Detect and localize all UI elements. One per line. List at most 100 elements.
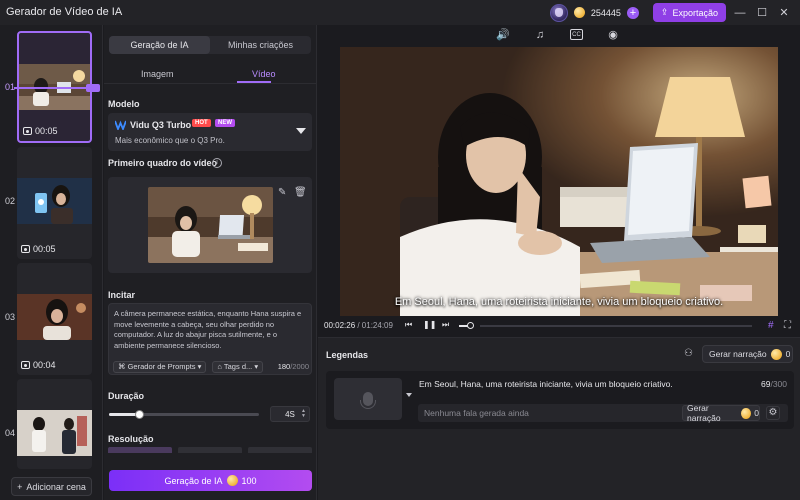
tags-button[interactable]: ⌂ Tags d... ▾	[212, 360, 264, 373]
tag-icon: ⌂	[217, 361, 222, 371]
scene-number: 04	[5, 428, 16, 438]
duration-slider-handle[interactable]	[135, 410, 144, 419]
image-icon	[21, 245, 30, 253]
no-speech-text: Nenhuma fala gerada ainda	[424, 408, 529, 418]
prompt-text[interactable]: A câmera permanece estática, enquanto Ha…	[114, 309, 308, 351]
minimize-icon[interactable]: —	[732, 5, 748, 21]
voice-thumbnail[interactable]	[334, 378, 402, 420]
caption-generate-narration-button[interactable]: Gerar narração 0	[682, 403, 760, 423]
video-preview-area: 🔊 ♫ CC ◉ Em Seoul, Hana, uma roteirista …	[318, 25, 800, 335]
stepper-icon[interactable]: ▲ ▼	[301, 409, 306, 419]
video-frame	[340, 47, 778, 316]
first-frame-box[interactable]: ✎ 🗑	[108, 177, 312, 273]
export-button[interactable]: ⇪ Exportação	[652, 3, 726, 22]
app-title: Gerador de Vídeo de IA	[6, 6, 123, 18]
info-icon[interactable]: i	[212, 158, 222, 168]
new-badge: NEW	[215, 119, 235, 127]
tab-ai-generation[interactable]: Geração de IA	[109, 36, 210, 54]
scene-duration: 00:05	[21, 244, 56, 254]
media-tabs: Imagem Vídeo	[104, 69, 317, 83]
model-description: Mais econômico que o Q3 Pro.	[115, 136, 225, 145]
vidu-logo-icon	[115, 120, 126, 130]
maximize-icon[interactable]: ☐	[754, 5, 770, 21]
trash-icon[interactable]: 🗑	[294, 187, 307, 198]
tab-my-creations[interactable]: Minhas criações	[210, 36, 311, 54]
avatar-icon[interactable]: ◉	[606, 28, 620, 42]
first-frame-label: Primeiro quadro do vídeo	[108, 158, 218, 168]
image-icon	[23, 127, 32, 135]
chevron-down-icon	[296, 128, 306, 134]
narration-row: Nenhuma fala gerada ainda Gerar narração…	[418, 403, 788, 423]
pause-icon[interactable]: ❚❚	[423, 320, 436, 329]
captions-panel: Legendas ⚇ Gerar narração 0 Em Seoul, Ha…	[318, 337, 800, 500]
scene-number: 02	[5, 196, 16, 206]
progress-bar[interactable]	[480, 325, 752, 327]
coin-icon	[741, 407, 752, 419]
coin-icon	[573, 7, 585, 18]
generate-narration-button[interactable]: Gerar narração 0	[702, 345, 793, 363]
prompt-label: Incitar	[108, 290, 136, 300]
plus-icon: +	[17, 481, 23, 492]
coin-balance: 254445	[590, 7, 621, 18]
caption-text[interactable]: Em Seoul, Hana, uma roteirista iniciante…	[419, 379, 673, 389]
microphone-icon	[360, 392, 376, 409]
caret-down-icon[interactable]	[406, 393, 412, 397]
scene-duration: 00:05	[23, 126, 58, 136]
add-coins-button[interactable]: +	[626, 6, 639, 19]
playhead-handle[interactable]	[86, 84, 100, 92]
resolution-option[interactable]	[248, 447, 312, 453]
voice-icon[interactable]: 🔊	[496, 28, 510, 42]
tab-image[interactable]: Imagem	[104, 69, 211, 83]
hot-badge: HOT	[192, 119, 211, 127]
caret-down-icon: ▾	[197, 361, 202, 371]
caption-char-counter: 69/300	[760, 379, 787, 389]
prompt-input[interactable]: A câmera permanece estática, enquanto Ha…	[108, 303, 312, 375]
export-label: Exportação	[672, 7, 718, 18]
gear-icon[interactable]: ⚙	[766, 406, 780, 420]
voice-settings-icon[interactable]: ⚇	[684, 348, 693, 359]
edit-icon[interactable]: ✎	[278, 187, 288, 198]
coin-icon	[226, 475, 238, 486]
captions-title: Legendas	[326, 350, 369, 360]
export-icon: ⇪	[660, 7, 669, 17]
scene-thumbnail	[17, 294, 92, 340]
scene-thumbnail	[17, 410, 92, 456]
scene-card-3[interactable]: 00:04	[17, 263, 92, 375]
resolution-options	[108, 447, 312, 453]
first-frame-image	[148, 187, 273, 263]
model-name: Vidu Q3 Turbo	[130, 120, 192, 130]
scene-thumbnail	[17, 178, 92, 224]
previous-icon[interactable]: ⏮	[405, 320, 412, 330]
add-scene-button[interactable]: + Adicionar cena	[11, 477, 92, 496]
video-player[interactable]: Em Seoul, Hana, uma roteirista iniciante…	[340, 47, 778, 316]
user-avatar[interactable]	[549, 3, 568, 22]
duration-label: Duração	[108, 391, 145, 401]
fullscreen-icon[interactable]: ⛶	[784, 320, 794, 331]
scene-number: 03	[5, 312, 16, 322]
model-selector[interactable]: Vidu Q3 Turbo HOT NEW Mais econômico que…	[108, 113, 312, 151]
prompt-generator-button[interactable]: ⌘ Gerador de Prompts ▾	[113, 360, 207, 373]
title-bar: Gerador de Vídeo de IA 254445 + ⇪ Export…	[0, 0, 800, 25]
caret-down-icon: ▾	[254, 361, 259, 371]
music-icon[interactable]: ♫	[533, 28, 547, 42]
timeline-playhead[interactable]	[0, 84, 103, 92]
scene-duration: 00:04	[21, 360, 56, 370]
captions-icon[interactable]: CC	[570, 29, 583, 40]
wand-icon: ⌘	[118, 361, 126, 371]
duration-slider[interactable]	[109, 410, 259, 419]
char-counter: 180/2000	[277, 362, 309, 371]
main-tabs: Geração de IA Minhas criações	[109, 36, 311, 54]
close-icon[interactable]: ✕	[776, 5, 792, 21]
resolution-option[interactable]	[108, 447, 172, 453]
volume-handle[interactable]	[467, 322, 474, 329]
title-bar-actions: 254445 + ⇪ Exportação — ☐ ✕	[549, 3, 792, 22]
generate-button[interactable]: Geração de IA 100	[109, 470, 312, 491]
video-subtitle: Em Seoul, Hana, uma roteirista iniciante…	[394, 296, 724, 308]
scene-card-4[interactable]	[17, 379, 92, 469]
crop-icon[interactable]: #	[768, 320, 778, 331]
resolution-option[interactable]	[178, 447, 242, 453]
next-icon[interactable]: ⏭	[442, 320, 449, 330]
scene-card-2[interactable]: 00:05	[17, 147, 92, 259]
resolution-label: Resolução	[108, 434, 154, 444]
duration-input[interactable]: 4S ▲ ▼	[270, 406, 310, 422]
